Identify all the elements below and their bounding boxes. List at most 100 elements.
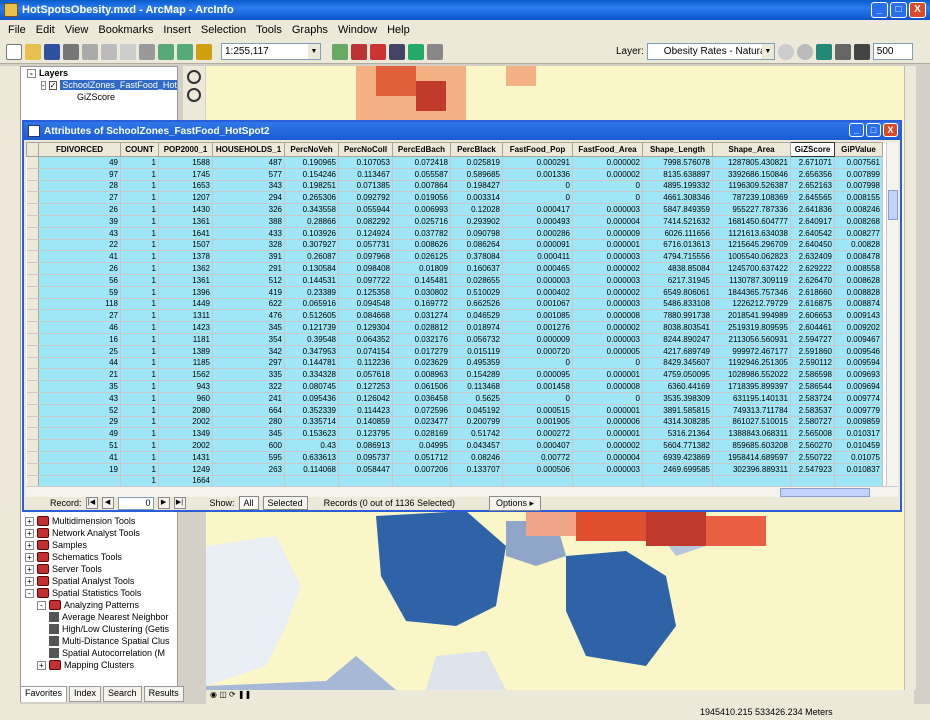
table-cell[interactable]: 0.071385 [338,180,393,193]
table-cell[interactable]: 294 [212,191,285,205]
swipe-icon[interactable] [853,43,870,60]
table-cell[interactable]: 0.015119 [450,345,503,358]
table-cell[interactable] [712,475,791,486]
row-selector[interactable] [26,357,39,370]
map-navigation[interactable]: ◉ ◫ ⟳ ❚❚ [206,690,914,704]
table-cell[interactable]: 0.008628 [834,274,883,287]
table-cell[interactable] [790,475,835,486]
table-cell[interactable]: 2.594727 [790,333,835,346]
table-cell[interactable]: 0.307927 [284,239,339,252]
table-cell[interactable] [502,475,573,486]
table-cell[interactable]: 2.656356 [790,168,835,181]
zoom-out-icon[interactable] [187,88,201,102]
table-cell[interactable]: 2018541.994989 [712,309,791,323]
table-cell[interactable]: 0.000003 [572,298,643,311]
expand-icon[interactable]: + [25,540,34,550]
table-cell[interactable]: 0.01075 [834,451,883,464]
table-row[interactable]: 21 1 1562 335 0.334328 0.057618 0.008963 0.1542… [26,368,883,382]
column-header[interactable]: FastFood_Pop [502,142,573,157]
table-cell[interactable]: 0.037782 [392,227,451,240]
table-cell[interactable]: 0.094548 [338,298,393,311]
table-cell[interactable]: 0.008268 [834,215,883,228]
table-cell[interactable]: 1396 [158,286,213,299]
table-cell[interactable]: 0.145481 [392,274,451,287]
table-cell[interactable]: 4838.85084 [642,262,713,275]
table-cell[interactable]: 1430 [158,203,213,216]
table-cell[interactable]: 1641 [158,227,213,240]
table-cell[interactable]: 0.000417 [502,203,573,216]
table-cell[interactable]: 0.000006 [572,416,643,429]
effects-icon[interactable] [834,43,851,60]
attribute-table[interactable]: FDIVORCED COUNT POP2000_1 HOUSEHOLDS_1 PercN… [26,142,898,486]
help-icon[interactable] [427,43,443,60]
table-row[interactable]: 118 1 1449 622 0.065916 0.094548 0.169772 0.662… [26,298,883,311]
row-selector[interactable] [26,451,39,464]
table-cell[interactable]: 2.626470 [790,274,835,287]
table-cell[interactable]: 0.000002 [572,439,643,452]
maximize-button[interactable]: □ [890,2,907,18]
table-cell[interactable]: 861027.510015 [712,416,791,429]
table-cell[interactable]: 0.009202 [834,321,883,334]
table-row[interactable]: 1 1664 [26,475,883,486]
table-cell[interactable]: 0.000720 [502,345,573,358]
menu-help[interactable]: Help [387,24,410,36]
table-cell[interactable]: 8135.638897 [642,168,713,181]
table-cell[interactable]: 1181 [158,333,213,346]
table-cell[interactable]: 0.113468 [450,380,503,393]
next-record-icon[interactable]: ▶ [157,497,170,509]
table-cell[interactable]: 1192946.251305 [712,357,791,370]
column-header[interactable]: PercBlack [450,142,503,157]
table-cell[interactable]: 1 [120,227,159,240]
row-selector[interactable] [26,250,39,264]
table-cell[interactable]: 2.547923 [790,463,835,476]
table-cell[interactable]: 0.001458 [502,380,573,393]
table-cell[interactable]: 52 [38,404,121,417]
column-header[interactable]: Shape_Area [712,142,791,157]
table-cell[interactable]: 4314.308285 [642,416,713,429]
row-selector[interactable] [26,274,39,287]
table-cell[interactable]: 0.057618 [338,368,393,382]
table-cell[interactable]: 0.000272 [502,427,573,441]
table-cell[interactable]: 39 [38,215,121,228]
table-row[interactable]: 56 1 1361 512 0.144531 0.097722 0.145481 0.0286… [26,274,883,287]
table-cell[interactable]: 664 [212,404,285,417]
table-cell[interactable]: 0.000515 [502,404,573,417]
table-cell[interactable]: 0.001276 [502,321,573,334]
table-cell[interactable]: 0.265306 [284,191,339,205]
add-data-icon[interactable] [196,43,212,60]
chevron-down-icon[interactable]: ▼ [761,44,774,59]
toolbox-item[interactable]: + Multidimension Tools [21,515,177,527]
table-cell[interactable]: 0.000002 [572,286,643,299]
close-button[interactable]: X [909,2,926,18]
table-cell[interactable]: 1 [120,298,159,311]
table-cell[interactable]: 1226212.79729 [712,298,791,311]
table-cell[interactable]: 0.347953 [284,345,339,358]
table-cell[interactable]: 0.019056 [392,191,451,205]
table-cell[interactable]: 0.028812 [392,321,451,334]
catalog-icon[interactable] [408,43,424,60]
table-cell[interactable]: 0.378084 [450,250,503,264]
table-cell[interactable]: 0 [502,392,573,405]
table-cell[interactable]: 0.12028 [450,203,503,216]
table-cell[interactable]: 0.335714 [284,416,339,429]
table-cell[interactable]: 1207 [158,191,213,205]
table-cell[interactable]: 1028986.552022 [712,368,791,382]
table-cell[interactable]: 8429.345607 [642,357,713,370]
table-cell[interactable]: 0.010459 [834,439,883,452]
copy-icon[interactable] [101,43,117,60]
table-row[interactable]: 51 1 2002 600 0.43 0.086913 0.04995 0.043457 0.0… [26,439,883,452]
table-cell[interactable]: 0.055587 [392,168,451,181]
tool-item[interactable]: High/Low Clustering (Getis [21,623,177,635]
table-cell[interactable]: 1958414.689597 [712,451,791,464]
table-cell[interactable]: 26 [38,203,121,216]
table-row[interactable]: 43 1 1641 433 0.103926 0.124924 0.037782 0.0907… [26,227,883,240]
menu-bookmarks[interactable]: Bookmarks [98,24,153,36]
layers-root[interactable]: - Layers [21,67,177,79]
table-cell[interactable]: 0.000411 [502,250,573,264]
table-cell[interactable]: 35 [38,380,121,393]
table-cell[interactable]: 0.017279 [392,345,451,358]
table-cell[interactable]: 302396.889311 [712,463,791,476]
table-cell[interactable]: 2.606653 [790,309,835,323]
table-cell[interactable]: 1215645.296709 [712,239,791,252]
column-header[interactable]: FDIVORCED [38,142,121,157]
